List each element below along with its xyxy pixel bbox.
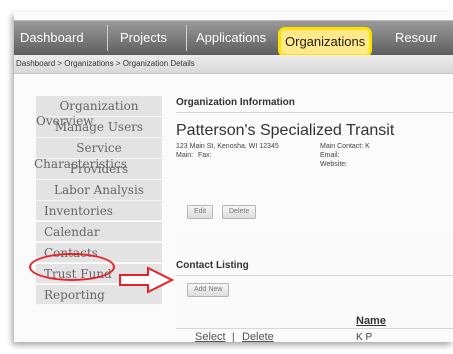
- tab-applications[interactable]: Applications: [196, 21, 266, 55]
- contact-listing-title: Contact Listing: [176, 260, 249, 271]
- delete-button[interactable]: Delete: [222, 205, 257, 219]
- edit-button[interactable]: Edit: [187, 205, 214, 219]
- sidebar-item-service[interactable]: Service: [36, 138, 162, 159]
- tab-projects[interactable]: Projects: [120, 21, 167, 55]
- annotation-arrow-icon: [119, 266, 175, 294]
- select-link[interactable]: Select: [195, 331, 226, 342]
- column-header-name[interactable]: Name: [356, 315, 386, 327]
- organization-name: Patterson's Specialized Transit: [176, 122, 395, 139]
- tab-dashboard[interactable]: Dashboard: [20, 21, 84, 55]
- top-navigation-bar: Dashboard Projects Applications Organiza…: [14, 20, 453, 57]
- contact-name-cell: K P: [356, 332, 373, 342]
- browser-frame: Dashboard Projects Applications Organiza…: [14, 12, 453, 342]
- main-phone-label: Main:: [176, 152, 194, 159]
- tab-organizations[interactable]: Organizations: [278, 27, 373, 57]
- sidebar-item-calendar[interactable]: Calendar: [36, 222, 162, 242]
- sidebar-item-inventories[interactable]: Inventories: [36, 201, 162, 221]
- org-info-title: Organization Information: [176, 97, 295, 108]
- row-divider: |: [232, 332, 235, 342]
- tab-divider: [186, 25, 187, 51]
- tab-divider: [107, 25, 108, 51]
- contact-listing-panel: Contact Listing Add New: [176, 230, 453, 332]
- delete-link[interactable]: Delete: [242, 331, 274, 342]
- main-contact-label: Main Contact: K: [320, 143, 370, 150]
- sidebar-overlap-characteristics: Characteristics: [34, 157, 127, 171]
- email-label: Email:: [320, 152, 340, 159]
- org-address: 123 Main St, Kenosha, WI 12345: [176, 143, 279, 150]
- fax-label: Fax:: [198, 152, 212, 159]
- website-label: Website:: [320, 161, 348, 168]
- tab-resources[interactable]: Resour: [395, 21, 437, 55]
- add-new-button[interactable]: Add New: [187, 283, 230, 297]
- divider: [176, 328, 453, 329]
- sidebar-item-labor-analysis[interactable]: Labor Analysis: [36, 180, 162, 201]
- annotation-ellipse: [29, 253, 115, 281]
- divider: [176, 112, 453, 113]
- breadcrumb[interactable]: Dashboard > Organizations > Organization…: [14, 55, 453, 74]
- sidebar-overlap-overview: Overview: [36, 114, 94, 128]
- divider: [176, 275, 453, 276]
